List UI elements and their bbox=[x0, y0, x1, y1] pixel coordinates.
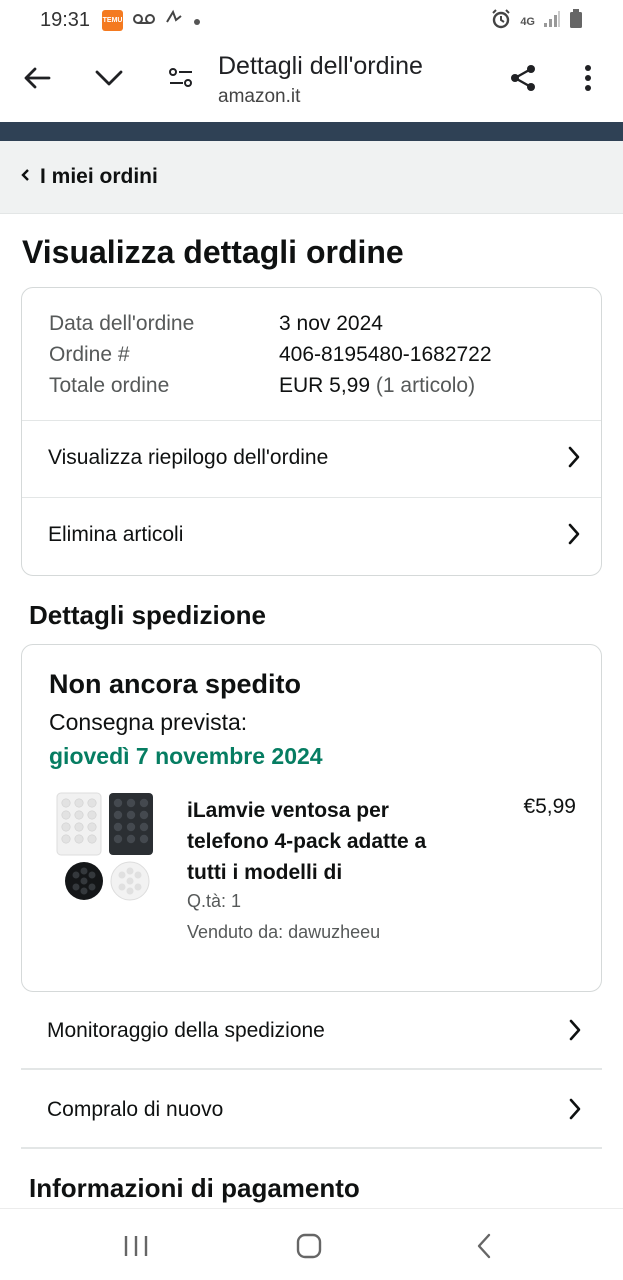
delete-items-link[interactable]: Elimina articoli bbox=[22, 497, 601, 573]
view-order-summary-label: Visualizza riepilogo dell'ordine bbox=[48, 446, 329, 469]
dot-icon bbox=[193, 9, 201, 32]
share-icon[interactable] bbox=[503, 58, 543, 98]
browser-toolbar: Dettagli dell'ordine amazon.it bbox=[0, 40, 623, 122]
shipment-section-title: Dettagli spedizione bbox=[29, 600, 266, 630]
product-title-link[interactable]: iLamvie ventosa per telefono 4-pack adat… bbox=[187, 795, 457, 888]
delivery-label: Consegna prevista: bbox=[49, 709, 248, 735]
page-url[interactable]: amazon.it bbox=[218, 86, 300, 108]
page-title: Visualizza dettagli ordine bbox=[22, 234, 404, 270]
chevron-right-icon bbox=[568, 1097, 582, 1127]
buy-again-link[interactable]: Compralo di nuovo bbox=[21, 1072, 602, 1149]
battery-icon bbox=[569, 9, 583, 35]
page-settings-icon[interactable] bbox=[161, 58, 201, 98]
shipment-card: Non ancora spedito Consegna prevista: gi… bbox=[21, 644, 602, 992]
order-summary-card: Data dell'ordine 3 nov 2024 Ordine # 406… bbox=[21, 287, 602, 576]
track-shipment-label: Monitoraggio della spedizione bbox=[47, 1018, 325, 1042]
more-vert-icon[interactable] bbox=[568, 58, 608, 98]
shipment-status: Non ancora spedito bbox=[49, 669, 302, 699]
page-title-bar[interactable]: Dettagli dell'ordine bbox=[218, 52, 423, 81]
product-image[interactable] bbox=[53, 791, 157, 907]
signal-icon bbox=[543, 10, 561, 34]
site-header-strip bbox=[0, 122, 623, 141]
network-4g-icon: 4G bbox=[520, 16, 535, 28]
home-icon[interactable] bbox=[289, 1229, 329, 1263]
track-shipment-link[interactable]: Monitoraggio della spedizione bbox=[21, 993, 602, 1070]
product-seller: Venduto da: dawuzheeu bbox=[187, 922, 381, 942]
back-icon[interactable] bbox=[464, 1229, 504, 1263]
order-date-value: 3 nov 2024 bbox=[279, 312, 383, 335]
status-bar: 19:31 TEMU 4G bbox=[0, 0, 623, 40]
breadcrumb-label[interactable]: I miei ordini bbox=[40, 165, 158, 189]
system-nav-bar bbox=[0, 1208, 623, 1280]
order-number-value: 406-8195480-1682722 bbox=[279, 343, 492, 366]
chevron-right-icon bbox=[568, 1018, 582, 1048]
product-price: €5,99 bbox=[523, 795, 576, 818]
chevron-left-icon bbox=[20, 168, 30, 187]
signature-icon bbox=[165, 8, 183, 32]
back-arrow-icon[interactable] bbox=[17, 58, 57, 98]
order-total-amount: EUR 5,99 bbox=[279, 374, 371, 397]
view-order-summary-link[interactable]: Visualizza riepilogo dell'ordine bbox=[22, 420, 601, 496]
temu-app-icon: TEMU bbox=[102, 9, 124, 31]
payment-section-title: Informazioni di pagamento bbox=[29, 1173, 360, 1203]
order-number-label: Ordine # bbox=[49, 343, 130, 366]
order-total-label: Totale ordine bbox=[49, 374, 170, 397]
chevron-right-icon bbox=[567, 522, 581, 552]
product-quantity: Q.tà: 1 bbox=[187, 891, 242, 911]
delete-items-label: Elimina articoli bbox=[48, 523, 184, 546]
breadcrumb[interactable]: I miei ordini bbox=[0, 141, 623, 214]
buy-again-label: Compralo di nuovo bbox=[47, 1097, 224, 1121]
chevron-right-icon bbox=[567, 445, 581, 475]
status-time: 19:31 bbox=[40, 8, 91, 31]
recent-apps-icon[interactable] bbox=[116, 1229, 156, 1263]
order-total-value: EUR 5,99 (1 articolo) bbox=[279, 374, 475, 398]
order-item-count: (1 articolo) bbox=[375, 374, 476, 397]
order-date-label: Data dell'ordine bbox=[49, 312, 195, 335]
voicemail-icon bbox=[133, 9, 156, 32]
alarm-icon bbox=[490, 8, 512, 36]
delivery-date: giovedì 7 novembre 2024 bbox=[49, 743, 323, 769]
chevron-down-icon[interactable] bbox=[89, 58, 129, 98]
